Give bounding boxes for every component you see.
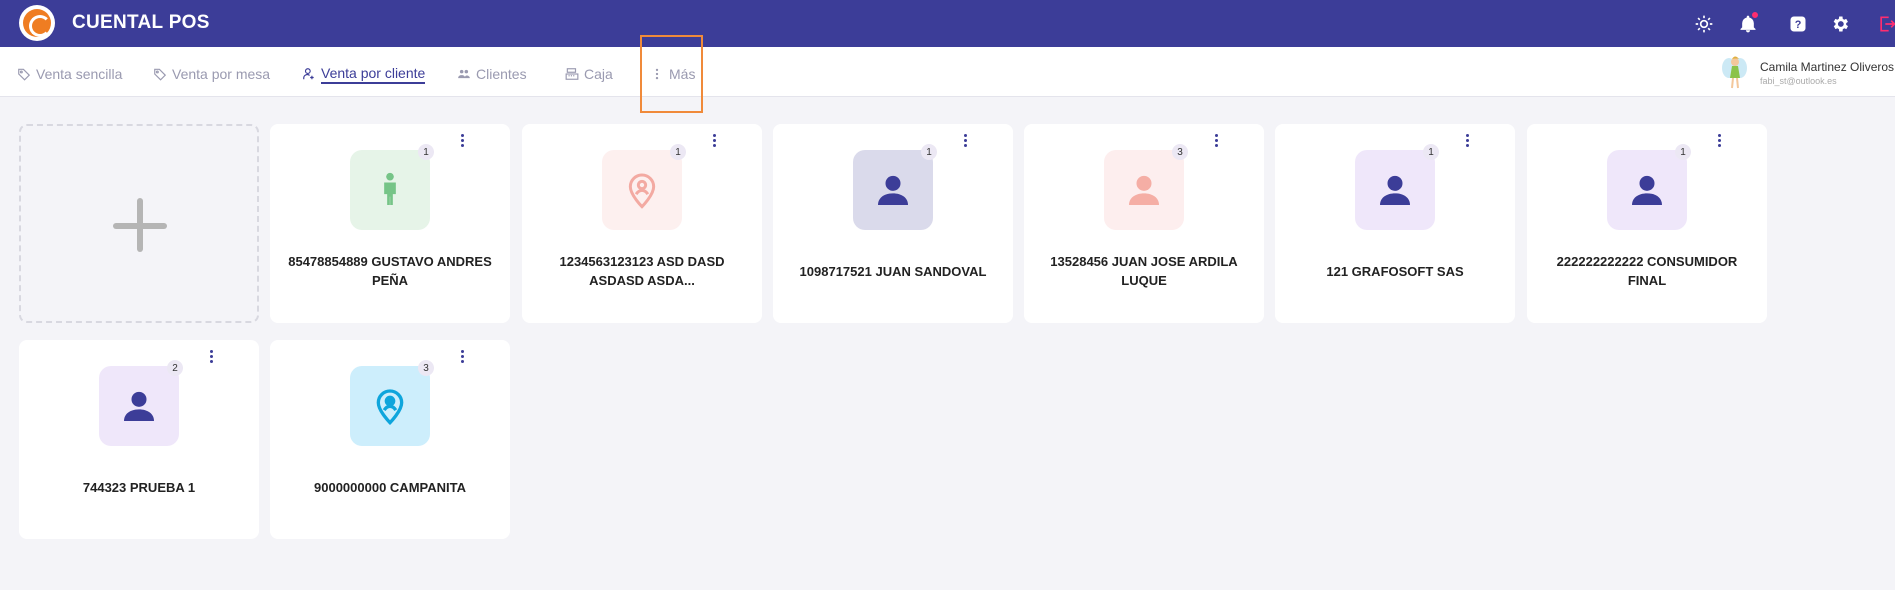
customer-name: 744323 PRUEBA 1 — [82, 480, 196, 495]
card-menu-button[interactable] — [1461, 132, 1473, 148]
top-bar: CUENTAL POS ? — [0, 0, 1895, 47]
user-pin-icon — [376, 389, 404, 426]
svg-text:?: ? — [1795, 19, 1802, 31]
notification-dot — [1751, 11, 1759, 19]
users-icon — [458, 69, 470, 79]
theme-sun-icon[interactable] — [1693, 13, 1715, 35]
count-badge: 3 — [1172, 144, 1188, 160]
card-menu-button[interactable] — [456, 348, 468, 364]
user-pin-icon — [628, 173, 656, 209]
tab-venta-por-mesa[interactable]: Venta por mesa — [153, 64, 270, 84]
customer-card[interactable]: 1 85478854889 GUSTAVO ANDRES PEÑA — [270, 124, 510, 323]
customer-name: 1234563123123 ASD DASD ASDASD ASDA... — [559, 254, 725, 288]
count-badge: 1 — [418, 144, 434, 160]
user-icon — [1380, 175, 1410, 205]
card-menu-button[interactable] — [959, 132, 971, 148]
child-icon — [384, 172, 396, 205]
customer-tile — [1607, 150, 1687, 230]
customer-name: 9000000000 CAMPANITA — [314, 480, 466, 495]
customer-tile — [350, 150, 430, 230]
card-menu-button[interactable] — [205, 348, 217, 364]
customer-card[interactable]: 1 1234563123123 ASD DASD ASDASD ASDA... — [522, 124, 762, 323]
tab-label: Clientes — [476, 66, 527, 82]
customer-card[interactable]: 3 13528456 JUAN JOSE ARDILA LUQUE — [1024, 124, 1264, 323]
user-icon — [878, 175, 908, 205]
customer-name: 13528456 JUAN JOSE ARDILA LUQUE — [1050, 254, 1238, 288]
tab-label: Venta por mesa — [172, 66, 271, 82]
customer-tile — [99, 366, 179, 446]
customer-tile — [1104, 150, 1184, 230]
card-menu-button[interactable] — [456, 132, 468, 148]
customer-name: 85478854889 GUSTAVO ANDRES PEÑA — [288, 254, 492, 288]
gear-icon[interactable] — [1829, 13, 1851, 35]
customer-name: 1098717521 JUAN SANDOVAL — [799, 264, 987, 279]
customer-card[interactable]: 1 222222222222 CONSUMIDOR FINAL — [1527, 124, 1767, 323]
avatar[interactable] — [1720, 54, 1748, 90]
count-badge: 1 — [1675, 144, 1691, 160]
tab-venta-sencilla[interactable]: Venta sencilla — [17, 64, 122, 84]
customer-card[interactable]: 2 744323 PRUEBA 1 — [19, 340, 259, 539]
logout-icon[interactable] — [1876, 13, 1895, 35]
add-customer-button[interactable] — [19, 124, 259, 323]
customer-card[interactable]: 3 9000000000 CAMPANITA — [270, 340, 510, 539]
cash-register-icon — [565, 68, 579, 80]
customer-card[interactable]: 1 121 GRAFOSOFT SAS — [1275, 124, 1515, 323]
customer-card[interactable]: 1 1098717521 JUAN SANDOVAL — [773, 124, 1013, 323]
user-icon — [1129, 175, 1159, 205]
count-badge: 1 — [921, 144, 937, 160]
tab-label: Venta por cliente — [321, 65, 426, 84]
tag-icon — [18, 68, 31, 81]
card-menu-button[interactable] — [708, 132, 720, 148]
count-badge: 3 — [418, 360, 434, 376]
user-name[interactable]: Camila Martinez Oliveros — [1760, 60, 1894, 74]
count-badge: 2 — [167, 360, 183, 376]
user-icon — [1632, 175, 1662, 205]
customer-name: 222222222222 CONSUMIDOR FINAL — [1556, 254, 1738, 288]
tab-venta-por-cliente[interactable]: Venta por cliente — [302, 64, 426, 84]
customer-tile — [350, 366, 430, 446]
tab-label: Caja — [584, 66, 613, 82]
help-icon[interactable]: ? — [1787, 13, 1809, 35]
highlight-box — [640, 35, 703, 113]
bell-icon[interactable] — [1737, 11, 1759, 35]
section-nav: Venta sencilla Venta por mesa Venta por … — [0, 47, 1895, 97]
customer-tile — [1355, 150, 1435, 230]
count-badge: 1 — [1423, 144, 1439, 160]
customer-tile — [853, 150, 933, 230]
app-logo[interactable] — [19, 5, 55, 41]
user-email: fabi_st@outlook.es — [1760, 76, 1837, 86]
card-menu-button[interactable] — [1713, 132, 1725, 148]
tag-icon — [154, 68, 167, 81]
card-menu-button[interactable] — [1210, 132, 1222, 148]
customer-tile — [602, 150, 682, 230]
user-icon — [303, 68, 314, 80]
user-icon — [124, 391, 154, 421]
count-badge: 1 — [670, 144, 686, 160]
app-title: CUENTAL POS — [72, 12, 210, 33]
tab-caja[interactable]: Caja — [565, 64, 613, 84]
customer-name: 121 GRAFOSOFT SAS — [1326, 264, 1464, 279]
tab-clientes[interactable]: Clientes — [457, 64, 527, 84]
tab-label: Venta sencilla — [36, 66, 123, 82]
